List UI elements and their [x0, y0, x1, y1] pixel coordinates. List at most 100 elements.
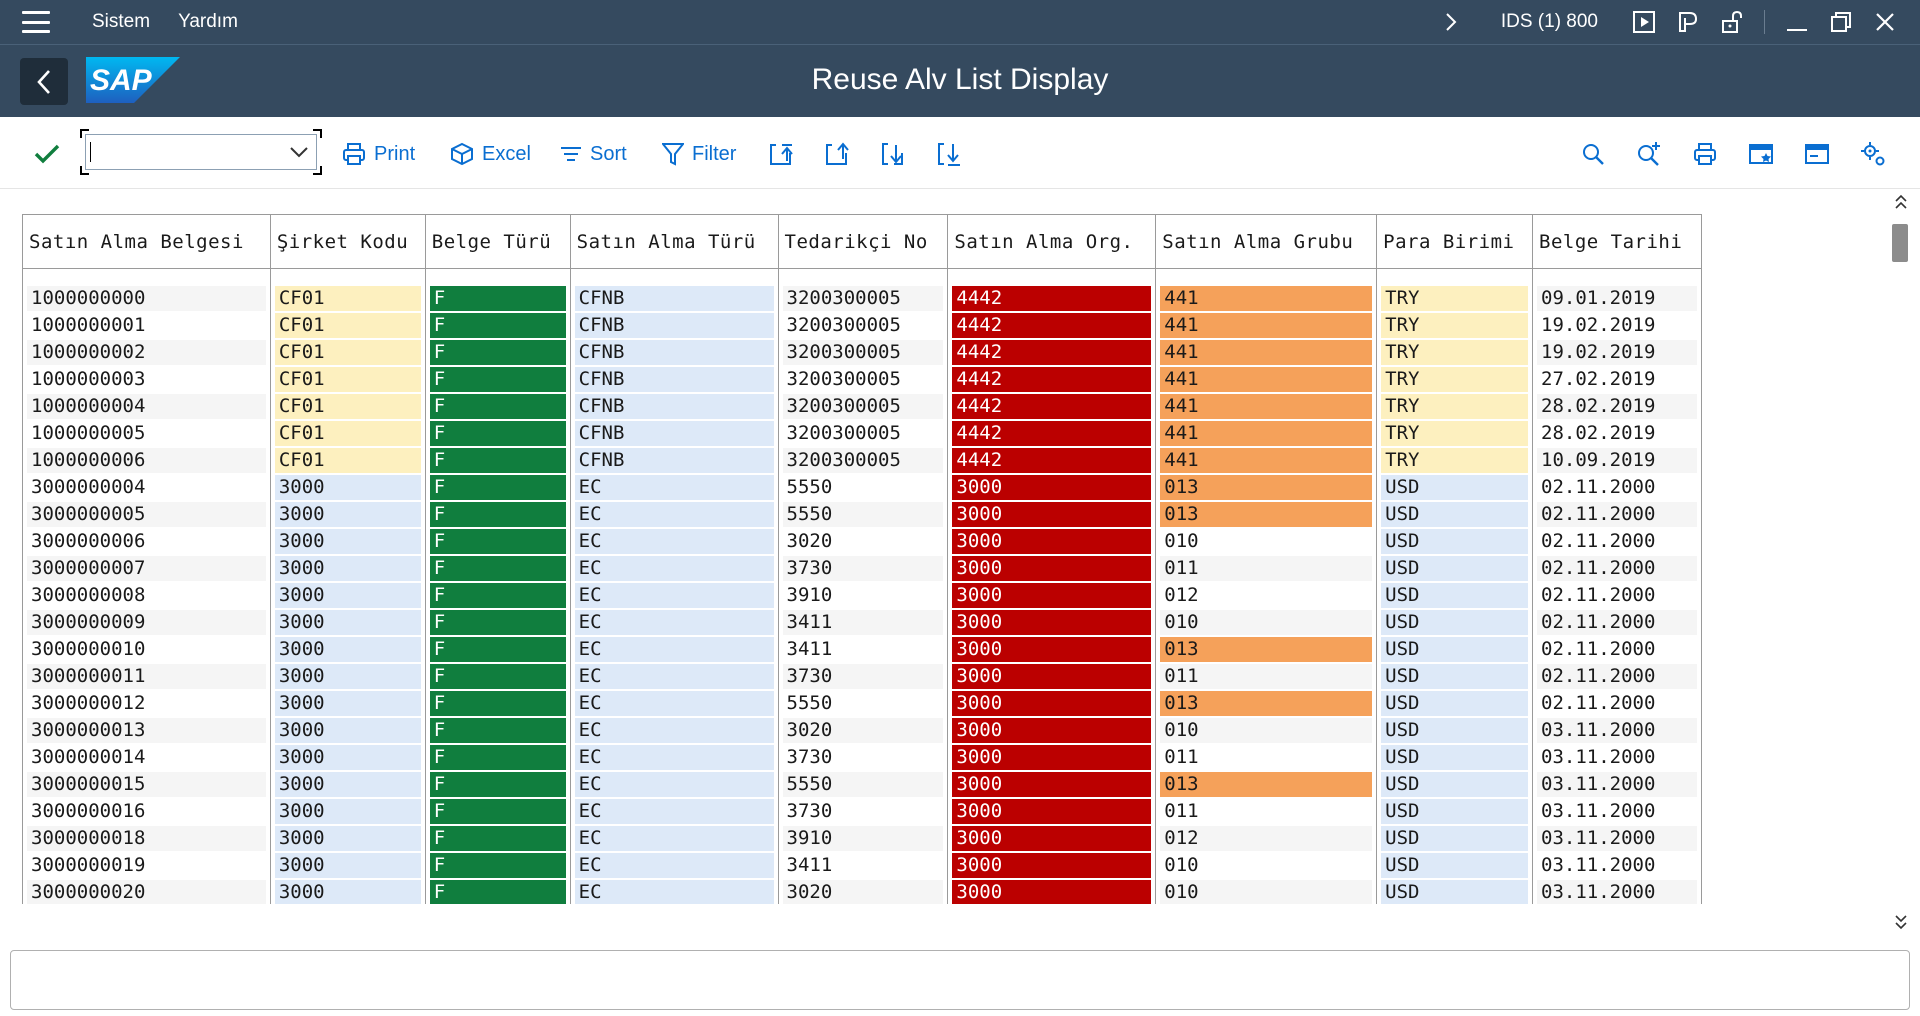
cell-company-code[interactable]: 3000: [269, 878, 426, 904]
cell-purchasing-org[interactable]: 3000: [947, 689, 1156, 717]
cell-purchasing-document[interactable]: 3000000014: [22, 743, 271, 771]
table-row[interactable]: 3000000014 3000 F EC 3730 3000 011 USD 03.11.200…: [22, 743, 1702, 771]
cell-purchasing-document[interactable]: 3000000016: [22, 797, 271, 825]
cell-purchasing-document[interactable]: 3000000018: [22, 824, 271, 852]
cell-currency[interactable]: TRY: [1376, 338, 1533, 366]
cell-currency[interactable]: USD: [1376, 851, 1533, 879]
cell-currency[interactable]: TRY: [1376, 365, 1533, 393]
table-row[interactable]: 1000000002 CF01 F CFNB 3200300005 4442 441 TRY 1…: [22, 338, 1702, 366]
command-field[interactable]: [80, 129, 322, 175]
header-vendor-number[interactable]: Tedarikçi No: [777, 214, 948, 269]
cell-document-date[interactable]: 03.11.2000: [1532, 824, 1702, 852]
table-row[interactable]: 3000000012 3000 F EC 5550 3000 013 USD 02.11.200…: [22, 689, 1702, 717]
table-row[interactable]: 3000000008 3000 F EC 3910 3000 012 USD 02.11.200…: [22, 581, 1702, 609]
cell-purchasing-doc-type[interactable]: EC: [569, 662, 779, 690]
cell-document-category[interactable]: F: [424, 554, 571, 582]
cell-company-code[interactable]: 3000: [269, 689, 426, 717]
new-window-icon[interactable]: [1744, 137, 1778, 171]
cell-purchasing-group[interactable]: 441: [1155, 338, 1377, 366]
cell-currency[interactable]: USD: [1376, 581, 1533, 609]
cell-purchasing-doc-type[interactable]: EC: [569, 473, 779, 501]
cell-document-category[interactable]: F: [424, 689, 571, 717]
command-input[interactable]: [88, 137, 284, 167]
cell-vendor-number[interactable]: 3200300005: [777, 284, 948, 312]
cell-purchasing-group[interactable]: 441: [1155, 392, 1377, 420]
cell-currency[interactable]: USD: [1376, 500, 1533, 528]
cell-vendor-number[interactable]: 3411: [777, 851, 948, 879]
cell-purchasing-org[interactable]: 3000: [947, 554, 1156, 582]
cell-currency[interactable]: USD: [1376, 743, 1533, 771]
cell-vendor-number[interactable]: 3910: [777, 824, 948, 852]
cell-document-date[interactable]: 27.02.2019: [1532, 365, 1702, 393]
cell-company-code[interactable]: 3000: [269, 608, 426, 636]
cell-currency[interactable]: USD: [1376, 635, 1533, 663]
cell-vendor-number[interactable]: 3730: [777, 662, 948, 690]
cell-vendor-number[interactable]: 3910: [777, 581, 948, 609]
vertical-scrollbar[interactable]: [1888, 190, 1914, 942]
cell-purchasing-doc-type[interactable]: CFNB: [569, 284, 779, 312]
cell-document-date[interactable]: 02.11.2000: [1532, 500, 1702, 528]
menu-item-yardim[interactable]: Yardım: [178, 11, 238, 33]
cell-document-date[interactable]: 03.11.2000: [1532, 716, 1702, 744]
cell-purchasing-org[interactable]: 3000: [947, 851, 1156, 879]
header-currency[interactable]: Para Birimi: [1376, 214, 1533, 269]
cell-purchasing-doc-type[interactable]: CFNB: [569, 446, 779, 474]
cell-currency[interactable]: USD: [1376, 716, 1533, 744]
close-icon[interactable]: [1872, 9, 1898, 35]
cell-document-date[interactable]: 03.11.2000: [1532, 797, 1702, 825]
cell-purchasing-org[interactable]: 3000: [947, 527, 1156, 555]
cell-document-date[interactable]: 02.11.2000: [1532, 608, 1702, 636]
cell-company-code[interactable]: 3000: [269, 851, 426, 879]
table-row[interactable]: 3000000016 3000 F EC 3730 3000 011 USD 03.11.200…: [22, 797, 1702, 825]
cell-document-date[interactable]: 09.01.2019: [1532, 284, 1702, 312]
cell-currency[interactable]: TRY: [1376, 392, 1533, 420]
cell-vendor-number[interactable]: 3730: [777, 743, 948, 771]
cell-purchasing-org[interactable]: 3000: [947, 824, 1156, 852]
cell-document-date[interactable]: 28.02.2019: [1532, 392, 1702, 420]
status-bar[interactable]: [10, 950, 1910, 1010]
cell-currency[interactable]: TRY: [1376, 311, 1533, 339]
cell-purchasing-doc-type[interactable]: EC: [569, 770, 779, 798]
cell-vendor-number[interactable]: 3200300005: [777, 365, 948, 393]
cell-vendor-number[interactable]: 5550: [777, 689, 948, 717]
table-row[interactable]: 3000000020 3000 F EC 3020 3000 010 USD 03.11.200…: [22, 878, 1702, 904]
cell-currency[interactable]: USD: [1376, 662, 1533, 690]
cell-document-date[interactable]: 19.02.2019: [1532, 338, 1702, 366]
cell-purchasing-org[interactable]: 4442: [947, 338, 1156, 366]
cell-vendor-number[interactable]: 5550: [777, 500, 948, 528]
cell-vendor-number[interactable]: 3411: [777, 608, 948, 636]
cell-company-code[interactable]: 3000: [269, 716, 426, 744]
cell-purchasing-document[interactable]: 1000000000: [22, 284, 271, 312]
cell-purchasing-doc-type[interactable]: CFNB: [569, 419, 779, 447]
cell-document-category[interactable]: F: [424, 716, 571, 744]
table-row[interactable]: 3000000006 3000 F EC 3020 3000 010 USD 02.11.200…: [22, 527, 1702, 555]
excel-button[interactable]: Excel: [450, 137, 531, 171]
first-page-icon[interactable]: [764, 137, 798, 171]
settings-icon[interactable]: [1856, 137, 1890, 171]
cell-document-category[interactable]: F: [424, 446, 571, 474]
cell-purchasing-document[interactable]: 3000000009: [22, 608, 271, 636]
cell-currency[interactable]: USD: [1376, 797, 1533, 825]
table-row[interactable]: 3000000004 3000 F EC 5550 3000 013 USD 02.11.200…: [22, 473, 1702, 501]
cell-document-category[interactable]: F: [424, 365, 571, 393]
layout-icon[interactable]: [1675, 9, 1701, 35]
cell-currency[interactable]: USD: [1376, 608, 1533, 636]
cell-currency[interactable]: USD: [1376, 554, 1533, 582]
cell-company-code[interactable]: CF01: [269, 392, 426, 420]
cell-document-category[interactable]: F: [424, 608, 571, 636]
cell-purchasing-doc-type[interactable]: EC: [569, 500, 779, 528]
cell-document-date[interactable]: 02.11.2000: [1532, 473, 1702, 501]
cell-currency[interactable]: USD: [1376, 770, 1533, 798]
cell-purchasing-org[interactable]: 3000: [947, 581, 1156, 609]
unlock-icon[interactable]: [1719, 9, 1745, 35]
cell-purchasing-org[interactable]: 3000: [947, 608, 1156, 636]
cell-purchasing-doc-type[interactable]: EC: [569, 878, 779, 904]
cell-purchasing-group[interactable]: 010: [1155, 851, 1377, 879]
cell-purchasing-group[interactable]: 010: [1155, 527, 1377, 555]
cell-purchasing-document[interactable]: 1000000001: [22, 311, 271, 339]
cell-purchasing-document[interactable]: 3000000011: [22, 662, 271, 690]
search-next-icon[interactable]: [1632, 137, 1666, 171]
print-preview-icon[interactable]: [1688, 137, 1722, 171]
scroll-down-icon[interactable]: [1892, 908, 1910, 934]
cell-purchasing-org[interactable]: 3000: [947, 716, 1156, 744]
